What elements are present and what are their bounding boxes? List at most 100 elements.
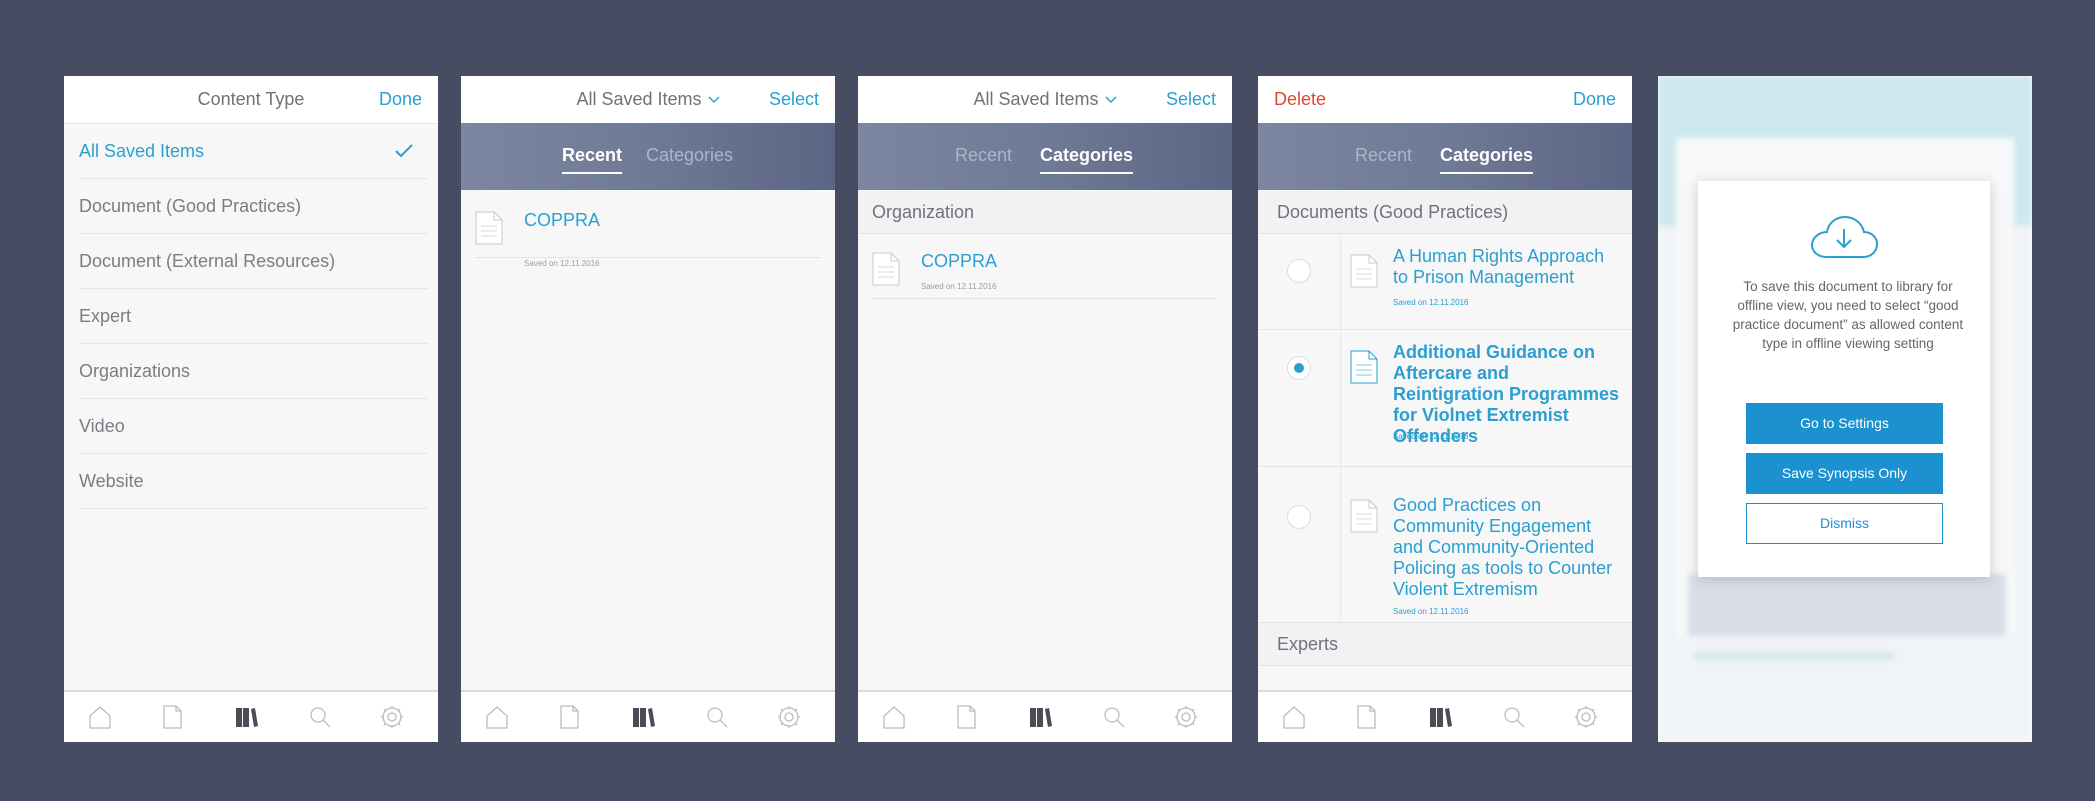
section-title: Organization	[872, 202, 975, 222]
search-icon[interactable]	[1101, 704, 1127, 730]
content-type-item[interactable]: Expert	[79, 289, 428, 344]
home-icon[interactable]	[1281, 704, 1307, 730]
content-type-item[interactable]: Video	[79, 399, 428, 454]
document-icon	[872, 252, 900, 286]
list-item[interactable]: COPPRA Saved on 12.11.2016	[872, 234, 1218, 299]
settings-icon[interactable]	[1573, 704, 1599, 730]
item-date: Saved on 12.11.2016	[524, 259, 600, 268]
saved-recent-screen: All Saved Items Select Recent Categories…	[461, 76, 835, 742]
settings-icon[interactable]	[379, 704, 405, 730]
nav-bar: Content Type Done	[64, 76, 438, 124]
section-title: Documents (Good Practices)	[1277, 202, 1509, 222]
search-icon[interactable]	[307, 704, 333, 730]
content-type-label: Video	[79, 416, 125, 436]
tab-bar	[64, 690, 438, 742]
content-type-item[interactable]: All Saved Items	[79, 124, 428, 179]
document-icon	[1350, 350, 1378, 384]
selection-radio[interactable]	[1287, 505, 1311, 529]
chevron-down-icon	[708, 96, 720, 104]
cloud-download-icon	[1810, 215, 1879, 258]
done-button[interactable]: Done	[379, 89, 422, 110]
tab-categories[interactable]: Categories	[1040, 145, 1134, 174]
list-item[interactable]: Additional Guidance on Aftercare and Rei…	[1258, 330, 1632, 467]
blurred-banner	[1688, 574, 2006, 636]
content-type-item[interactable]: Document (Good Practices)	[79, 179, 428, 234]
tab-recent[interactable]: Recent	[1355, 145, 1412, 166]
document-icon	[1350, 499, 1378, 533]
save-synopsis-button[interactable]: Save Synopsis Only	[1746, 453, 1943, 494]
list-item[interactable]: Good Practices on Community Engagement a…	[1258, 467, 1632, 623]
document-icon	[475, 211, 503, 245]
document-icon[interactable]	[1353, 704, 1379, 730]
item-date: Saved on 12.11.2016	[1393, 607, 1469, 616]
item-title: A Human Rights Approach to Prison Manage…	[1393, 246, 1605, 287]
section-title: Experts	[1277, 634, 1339, 654]
list-item[interactable]: A Human Rights Approach to Prison Manage…	[1258, 234, 1632, 330]
content-type-label: Document (External Resources)	[79, 251, 336, 271]
segment-bar: Recent Categories	[858, 123, 1232, 190]
offline-save-dialog-screen: To save this document to library for off…	[1658, 76, 2032, 742]
search-icon[interactable]	[704, 704, 730, 730]
item-title: Good Practices on Community Engagement a…	[1393, 495, 1613, 599]
segment-bar: Recent Categories	[1258, 123, 1632, 190]
blurred-text	[1694, 652, 1894, 660]
filter-dropdown-label: All Saved Items	[576, 89, 702, 109]
select-items-screen: Delete Done Recent Categories Documents …	[1258, 76, 1632, 742]
selection-radio[interactable]	[1287, 356, 1311, 380]
library-icon[interactable]	[1027, 704, 1053, 730]
chevron-down-icon	[1105, 96, 1117, 104]
tab-recent[interactable]: Recent	[562, 145, 623, 174]
delete-button[interactable]: Delete	[1274, 89, 1326, 110]
list-item[interactable]: COPPRA	[475, 191, 821, 258]
select-button[interactable]: Select	[769, 89, 819, 110]
item-date: Saved on 12.11.2016	[1393, 298, 1469, 307]
done-button[interactable]: Done	[1573, 89, 1616, 110]
tab-bar	[461, 690, 835, 742]
dismiss-button[interactable]: Dismiss	[1746, 503, 1943, 544]
settings-icon[interactable]	[1173, 704, 1199, 730]
settings-icon[interactable]	[776, 704, 802, 730]
tab-bar	[858, 690, 1232, 742]
content-type-item[interactable]: Organizations	[79, 344, 428, 399]
search-icon[interactable]	[1501, 704, 1527, 730]
content-type-label: Expert	[79, 306, 132, 326]
section-header: Documents (Good Practices)	[1258, 191, 1632, 234]
item-title: COPPRA	[921, 251, 998, 271]
selection-gutter	[1258, 330, 1341, 466]
content-type-label: Organizations	[79, 361, 191, 381]
offline-dialog: To save this document to library for off…	[1698, 181, 1990, 577]
nav-bar: All Saved Items Select	[858, 76, 1232, 124]
document-icon[interactable]	[556, 704, 582, 730]
home-icon[interactable]	[881, 704, 907, 730]
go-to-settings-button[interactable]: Go to Settings	[1746, 403, 1943, 444]
document-icon	[1350, 254, 1378, 288]
selection-radio[interactable]	[1287, 259, 1311, 283]
section-header: Organization	[858, 191, 1232, 234]
content-type-label: Document (Good Practices)	[79, 196, 302, 216]
item-title: COPPRA	[524, 210, 601, 230]
tab-bar	[1258, 690, 1632, 742]
item-date: Saved on 12.11.2016	[1393, 432, 1469, 441]
library-icon[interactable]	[630, 704, 656, 730]
selection-gutter	[1258, 467, 1341, 622]
tab-categories[interactable]: Categories	[646, 145, 733, 166]
content-type-label: Website	[79, 471, 144, 491]
document-icon[interactable]	[953, 704, 979, 730]
document-icon[interactable]	[159, 704, 185, 730]
segment-bar: Recent Categories	[461, 123, 835, 190]
home-icon[interactable]	[484, 704, 510, 730]
item-date: Saved on 12.11.2016	[921, 282, 997, 291]
select-button[interactable]: Select	[1166, 89, 1216, 110]
library-icon[interactable]	[233, 704, 259, 730]
nav-bar: Delete Done	[1258, 76, 1632, 124]
tab-categories[interactable]: Categories	[1440, 145, 1534, 174]
nav-bar: All Saved Items Select	[461, 76, 835, 124]
content-type-list: All Saved Items Document (Good Practices…	[64, 124, 438, 509]
dialog-message: To save this document to library for off…	[1732, 279, 1964, 351]
content-type-item[interactable]: Website	[79, 454, 428, 509]
content-type-label: All Saved Items	[79, 141, 205, 161]
content-type-item[interactable]: Document (External Resources)	[79, 234, 428, 289]
home-icon[interactable]	[87, 704, 113, 730]
library-icon[interactable]	[1427, 704, 1453, 730]
tab-recent[interactable]: Recent	[955, 145, 1012, 166]
